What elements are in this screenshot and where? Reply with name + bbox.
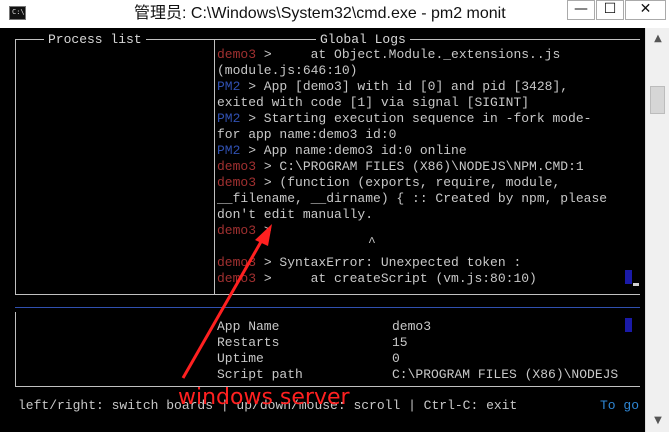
log-text: > App [demo3] with id [0] and pid [3428]… [240,79,569,94]
scroll-down-arrow-icon[interactable]: ▼ [650,413,666,429]
log-text: for app name:demo3 id:0 [217,127,397,142]
log-prefix: demo3 [217,271,257,286]
close-button[interactable]: ✕ [625,0,666,20]
annotation-label: windows server [178,385,350,410]
log-line: don't edit manually. [217,207,373,223]
cmd-icon-label: C:\ [12,8,25,16]
detail-value-app-name: demo3 [392,319,432,334]
detail-value-script-path: C:\PROGRAM FILES (X86)\NODEJS [392,367,619,382]
log-line: demo3 > C:\PROGRAM FILES (X86)\NODEJS\NP… [217,159,584,175]
detail-key-script-path: Script path [217,367,303,382]
process-list-title: Process list [44,32,146,47]
log-text: (module.js:646:10) [217,63,358,78]
log-line: exited with code [1] via signal [SIGINT] [217,95,529,111]
detail-value-restarts: 15 [392,335,408,350]
log-prefix: demo3 [217,159,257,174]
log-line: PM2 > App name:demo3 id:0 online [217,143,467,159]
error-caret: ^ [368,235,376,250]
log-prefix: PM2 [217,143,241,158]
maximize-button[interactable]: ☐ [596,0,624,20]
cmd-app-icon: C:\ [9,6,26,20]
log-text: > [256,223,272,238]
log-prefix: demo3 [217,47,257,62]
to-go-label: To go [600,398,640,413]
detail-value-uptime: 0 [392,351,400,366]
global-logs-title: Global Logs [316,32,410,47]
log-text: don't edit manually. [217,207,374,222]
log-text: > App name:demo3 id:0 online [240,143,467,158]
log-line: for app name:demo3 id:0 [217,127,396,143]
log-prefix: PM2 [217,79,241,94]
detail-key-app-name: App Name [217,319,280,334]
log-line: demo3 > at createScript (vm.js:80:10) [217,271,537,287]
minimize-button[interactable]: — [567,0,595,20]
log-line: demo3 > SyntaxError: Unexpected token : [217,255,521,271]
log-line: demo3 > [217,223,272,239]
log-prefix: PM2 [217,111,241,126]
log-prefix: demo3 [217,175,257,190]
log-text: exited with code [1] via signal [SIGINT] [217,95,530,110]
window-title: 管理员: C:\Windows\System32\cmd.exe - pm2 m… [134,5,506,22]
log-prefix: demo3 [217,223,257,238]
log-line: PM2 > Starting execution sequence in -fo… [217,111,591,127]
log-cursor-mark [633,283,639,286]
window-titlebar[interactable]: C:\ 管理员: C:\Windows\System32\cmd.exe - p… [0,0,669,29]
log-text: > C:\PROGRAM FILES (X86)\NODEJS\NPM.CMD:… [256,159,584,174]
vertical-scrollbar[interactable]: ▲ ▼ [645,28,669,432]
scroll-up-arrow-icon[interactable]: ▲ [650,31,666,47]
log-text: > at createScript (vm.js:80:10) [256,271,537,286]
log-text: > at Object.Module._extensions..js [256,47,561,62]
detail-key-uptime: Uptime [217,351,264,366]
log-scroll-indicator [625,270,632,284]
detail-key-restarts: Restarts [217,335,280,350]
log-line: (module.js:646:10) [217,63,357,79]
log-text: __filename, __dirname) { :: Created by n… [217,191,608,206]
details-scroll-indicator [625,318,632,332]
process-list-panel[interactable] [15,39,215,295]
log-text: > Starting execution sequence in -fork m… [240,111,592,126]
log-text: > SyntaxError: Unexpected token : [256,255,522,270]
log-line: demo3 > (function (exports, require, mod… [217,175,560,191]
log-line: PM2 > App [demo3] with id [0] and pid [3… [217,79,568,95]
log-line: demo3 > at Object.Module._extensions..js [217,47,560,63]
log-prefix: demo3 [217,255,257,270]
log-text: > (function (exports, require, module, [256,175,561,190]
log-line: __filename, __dirname) { :: Created by n… [217,191,607,207]
details-left-box [15,312,216,387]
scroll-thumb[interactable] [650,86,665,114]
